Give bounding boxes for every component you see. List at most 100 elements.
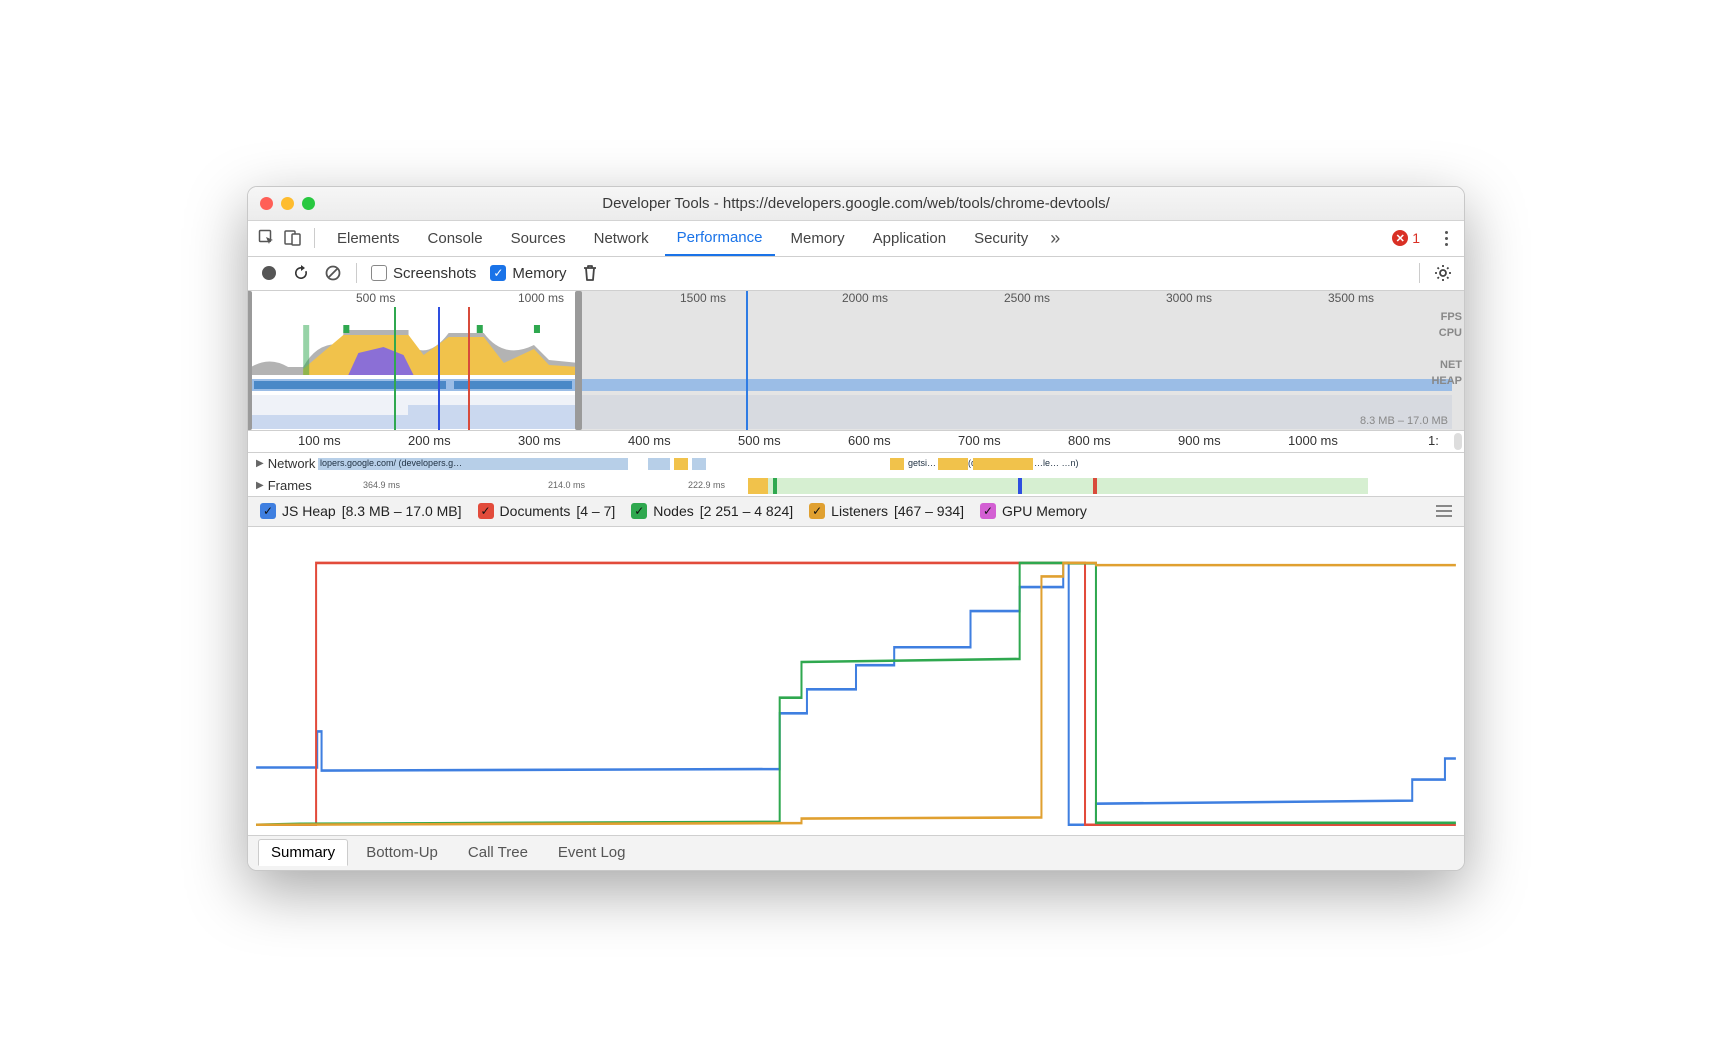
overview-ruler: 500 ms 1000 ms 1500 ms 2000 ms 2500 ms 3… xyxy=(248,291,1464,307)
legend-label: Nodes xyxy=(653,503,693,519)
frame-time: 214.0 ms xyxy=(548,480,585,492)
tab-call-tree[interactable]: Call Tree xyxy=(456,840,540,865)
record-button[interactable] xyxy=(260,264,278,282)
legend-label: Documents xyxy=(500,503,571,519)
heap-label: HEAP xyxy=(1431,373,1462,389)
frame-time: 364.9 ms xyxy=(363,480,400,492)
legend-label: GPU Memory xyxy=(1002,503,1087,519)
legend-range: [467 – 934] xyxy=(894,503,964,519)
overview-window-start-handle[interactable] xyxy=(247,291,252,430)
request-bar[interactable] xyxy=(938,458,968,470)
expand-icon[interactable]: ▶ xyxy=(256,480,264,491)
request-bar[interactable]: getsi… …tic… (developers.g… …le… …n) xyxy=(908,458,1328,470)
overview-marker xyxy=(394,307,396,430)
heap-range-text: 8.3 MB – 17.0 MB xyxy=(1360,415,1448,427)
inspect-icon[interactable] xyxy=(256,227,278,249)
error-icon: ✕ xyxy=(1392,230,1408,246)
checkbox-checked-icon: ✓ xyxy=(260,503,276,519)
ov-tick: 1500 ms xyxy=(680,291,726,305)
window-title: Developer Tools - https://developers.goo… xyxy=(248,195,1464,212)
titlebar: Developer Tools - https://developers.goo… xyxy=(248,187,1464,221)
request-bar[interactable] xyxy=(648,458,670,470)
overview-marker xyxy=(438,307,440,430)
overview-panel[interactable]: 500 ms 1000 ms 1500 ms 2000 ms 2500 ms 3… xyxy=(248,291,1464,431)
overview-window-end-handle[interactable] xyxy=(575,291,582,430)
request-bar[interactable] xyxy=(674,458,688,470)
tab-network[interactable]: Network xyxy=(582,221,661,256)
legend-nodes[interactable]: ✓ Nodes [2 251 – 4 824] xyxy=(631,503,793,519)
close-window-button[interactable] xyxy=(260,197,273,210)
tab-elements[interactable]: Elements xyxy=(325,221,412,256)
checkbox-checked-icon: ✓ xyxy=(478,503,494,519)
ruler-tail: 1: xyxy=(1428,433,1439,448)
tab-bottom-up[interactable]: Bottom-Up xyxy=(354,840,450,865)
frame-bar[interactable] xyxy=(1018,478,1022,494)
legend-menu-icon[interactable] xyxy=(1436,505,1452,517)
legend-label: JS Heap xyxy=(282,503,336,519)
memory-label: Memory xyxy=(512,265,566,282)
error-badge[interactable]: ✕ 1 xyxy=(1392,230,1420,246)
overview-tracks: 8.3 MB – 17.0 MB xyxy=(248,307,1452,430)
network-track-label: Network xyxy=(268,456,316,471)
ov-tick: 3000 ms xyxy=(1166,291,1212,305)
frame-bar[interactable] xyxy=(1093,478,1097,494)
tab-console[interactable]: Console xyxy=(416,221,495,256)
reload-record-button[interactable] xyxy=(292,264,310,282)
ov-tick: 500 ms xyxy=(356,291,395,305)
perf-toolbar: Screenshots ✓ Memory xyxy=(248,257,1464,291)
request-bar[interactable] xyxy=(692,458,706,470)
frame-bar[interactable] xyxy=(773,478,777,494)
flame-tracks: ▶ Network lopers.google.com/ (developers… xyxy=(248,453,1464,497)
tab-summary[interactable]: Summary xyxy=(258,839,348,866)
ruler-tick: 800 ms xyxy=(1068,433,1111,448)
frames-track[interactable]: ▶ Frames 364.9 ms 214.0 ms 222.9 ms xyxy=(248,475,1464,497)
checkbox-checked-icon: ✓ xyxy=(809,503,825,519)
tab-application[interactable]: Application xyxy=(861,221,958,256)
minimize-window-button[interactable] xyxy=(281,197,294,210)
tab-sources[interactable]: Sources xyxy=(499,221,578,256)
legend-documents[interactable]: ✓ Documents [4 – 7] xyxy=(478,503,616,519)
legend-js-heap[interactable]: ✓ JS Heap [8.3 MB – 17.0 MB] xyxy=(260,503,462,519)
frame-bar[interactable] xyxy=(748,478,768,494)
network-track[interactable]: ▶ Network lopers.google.com/ (developers… xyxy=(248,453,1464,475)
detail-ruler[interactable]: 100 ms 200 ms 300 ms 400 ms 500 ms 600 m… xyxy=(248,431,1464,453)
ruler-tick: 100 ms xyxy=(298,433,341,448)
more-tabs-icon[interactable]: » xyxy=(1044,227,1066,249)
devtools-tabs: Elements Console Sources Network Perform… xyxy=(248,221,1464,257)
overview-cursor[interactable] xyxy=(746,291,748,430)
tab-performance[interactable]: Performance xyxy=(665,221,775,256)
tab-separator xyxy=(314,228,315,248)
tab-event-log[interactable]: Event Log xyxy=(546,840,638,865)
legend-range: [2 251 – 4 824] xyxy=(700,503,793,519)
legend-label: Listeners xyxy=(831,503,888,519)
tab-security[interactable]: Security xyxy=(962,221,1040,256)
cpu-graph xyxy=(248,325,1452,375)
request-bar[interactable]: lopers.google.com/ (developers.g… xyxy=(318,458,628,470)
clear-button[interactable] xyxy=(324,264,342,282)
checkbox-checked-icon: ✓ xyxy=(631,503,647,519)
devtools-window: Developer Tools - https://developers.goo… xyxy=(247,186,1465,871)
legend-gpu-memory[interactable]: ✓ GPU Memory xyxy=(980,503,1087,519)
devtools-menu-icon[interactable] xyxy=(1436,231,1456,246)
memory-checkbox[interactable]: ✓ Memory xyxy=(490,265,566,282)
screenshots-checkbox[interactable]: Screenshots xyxy=(371,265,476,282)
ov-tick: 3500 ms xyxy=(1328,291,1374,305)
net-label: NET xyxy=(1431,357,1462,373)
device-toggle-icon[interactable] xyxy=(282,227,304,249)
request-bar[interactable] xyxy=(973,458,1033,470)
toolbar-separator xyxy=(356,263,357,283)
cpu-label: CPU xyxy=(1431,325,1462,341)
heap-track: 8.3 MB – 17.0 MB xyxy=(248,395,1452,429)
settings-icon[interactable] xyxy=(1434,264,1452,282)
ov-tick: 2500 ms xyxy=(1004,291,1050,305)
garbage-collect-button[interactable] xyxy=(581,264,599,282)
zoom-window-button[interactable] xyxy=(302,197,315,210)
request-bar[interactable] xyxy=(890,458,904,470)
memory-chart[interactable] xyxy=(248,527,1464,836)
ruler-tick: 300 ms xyxy=(518,433,561,448)
expand-icon[interactable]: ▶ xyxy=(256,458,264,469)
scrollbar[interactable] xyxy=(1454,433,1462,450)
tab-memory[interactable]: Memory xyxy=(779,221,857,256)
legend-listeners[interactable]: ✓ Listeners [467 – 934] xyxy=(809,503,964,519)
legend-range: [4 – 7] xyxy=(576,503,615,519)
